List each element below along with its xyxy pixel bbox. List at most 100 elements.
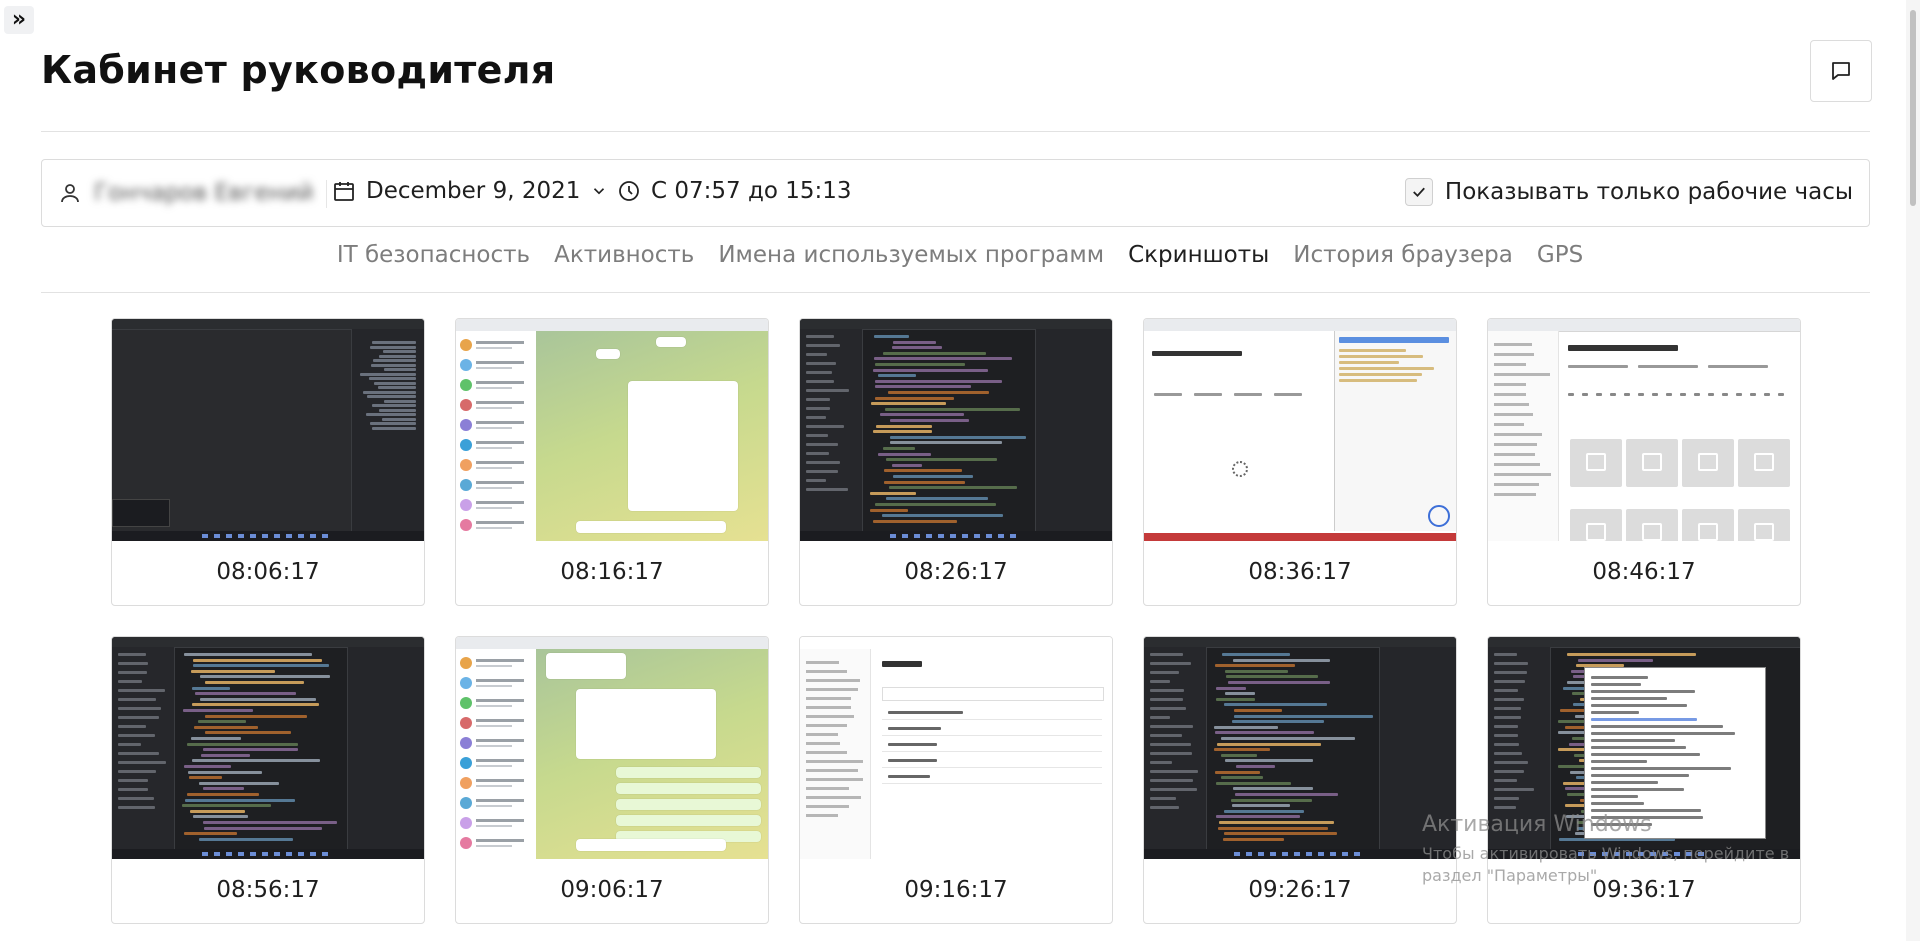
thumbnail-decoration <box>596 349 620 359</box>
thumbnail-decoration <box>1494 463 1540 466</box>
work-hours-checkbox[interactable] <box>1404 178 1433 206</box>
header-divider <box>41 131 1870 132</box>
thumbnail-decoration <box>1750 393 1756 396</box>
thumbnail-decoration <box>1232 720 1324 724</box>
screenshot-card[interactable]: 08:26:17 <box>799 318 1113 606</box>
thumbnail-decoration <box>1764 393 1770 396</box>
thumbnail-decoration <box>1339 355 1423 358</box>
screenshot-card[interactable]: 09:16:17 <box>799 636 1113 924</box>
thumbnail-decoration <box>372 426 416 430</box>
user-selector[interactable]: Гончаров Евгений <box>58 180 314 206</box>
thumbnail-decoration <box>1494 363 1526 366</box>
thumbnail-decoration <box>1591 767 1731 770</box>
screenshot-card[interactable]: 08:16:17 <box>455 318 769 606</box>
screenshot-thumbnail[interactable] <box>1488 319 1800 541</box>
tab-browser-history[interactable]: История браузера <box>1293 242 1513 268</box>
thumbnail-decoration <box>1488 331 1559 541</box>
work-hours-toggle[interactable]: Показывать только рабочие часы <box>1404 178 1853 206</box>
thumbnail-decoration <box>1150 698 1183 701</box>
thumbnail-decoration <box>1591 788 1684 791</box>
thumbnail-decoration <box>1494 383 1526 386</box>
tab-activity[interactable]: Активность <box>554 242 694 268</box>
thumbnail-decoration <box>118 680 142 683</box>
tab-program-names[interactable]: Имена используемых программ <box>718 242 1104 268</box>
chat-button[interactable] <box>1810 40 1872 102</box>
thumbnail-decoration <box>1214 748 1270 752</box>
thumbnail-decoration <box>118 761 166 764</box>
screenshot-thumbnail[interactable] <box>1144 319 1456 541</box>
screenshot-thumbnail[interactable] <box>112 319 424 541</box>
thumbnail-decoration <box>1234 714 1373 718</box>
screenshot-thumbnail[interactable] <box>1488 637 1800 859</box>
thumbnail-decoration <box>370 345 416 349</box>
thumbnail-decoration <box>460 379 532 393</box>
thumbnail-decoration <box>184 653 312 656</box>
screenshot-card[interactable]: 08:46:17 <box>1487 318 1801 606</box>
thumbnail-decoration <box>1232 804 1290 808</box>
thumbnail-decoration <box>1150 779 1193 782</box>
thumbnail-decoration <box>1494 779 1517 782</box>
thumbnail-decoration <box>1626 509 1678 541</box>
screenshot-thumbnail[interactable] <box>456 319 768 541</box>
thumbnail-decoration <box>476 685 512 687</box>
thumbnail-decoration <box>806 769 858 772</box>
thumbnail-decoration <box>806 697 851 700</box>
screenshot-card[interactable]: 09:06:17 <box>455 636 769 924</box>
user-icon <box>61 184 79 203</box>
thumbnail-decoration <box>456 649 537 859</box>
thumbnail-decoration <box>204 826 322 830</box>
thumbnail-decoration <box>476 347 512 349</box>
screenshot-time: 09:36:17 <box>1592 877 1696 903</box>
screenshot-thumbnail[interactable] <box>456 637 768 859</box>
screenshot-thumbnail[interactable] <box>800 319 1112 541</box>
screenshot-card[interactable]: 09:36:17 <box>1487 636 1801 924</box>
page-scrollbar[interactable] <box>1906 0 1920 941</box>
thumbnail-decoration <box>1150 752 1192 755</box>
screenshot-card[interactable]: 08:06:17 <box>111 318 425 606</box>
date-value: December 9, 2021 <box>366 178 581 204</box>
tab-screenshots[interactable]: Скриншоты <box>1128 242 1269 268</box>
thumbnail-decoration <box>875 385 971 389</box>
thumbnail-decoration <box>192 686 230 690</box>
thumbnail-decoration <box>892 346 942 350</box>
screenshot-thumbnail[interactable] <box>112 637 424 859</box>
tab-it-security[interactable]: IT безопасность <box>337 242 530 268</box>
thumbnail-decoration <box>1219 821 1334 824</box>
thumbnail-decoration <box>184 832 237 836</box>
tab-gps[interactable]: GPS <box>1537 242 1583 268</box>
thumbnail-decoration <box>1217 742 1321 746</box>
screenshot-card[interactable]: 08:36:17 <box>1143 318 1457 606</box>
screenshot-time: 08:16:17 <box>560 559 664 585</box>
thumbnail-decoration <box>1568 365 1628 368</box>
screenshot-card[interactable]: 08:56:17 <box>111 636 425 924</box>
thumbnail-decoration <box>476 725 512 727</box>
thumbnail-decoration <box>476 839 524 842</box>
filter-bar: Гончаров Евгений December 9, 2021 С 07:5… <box>41 159 1870 227</box>
date-picker[interactable]: December 9, 2021 <box>332 178 608 204</box>
thumbnail-decoration <box>1591 690 1695 693</box>
screenshot-card[interactable]: 09:26:17 <box>1143 636 1457 924</box>
thumbnail-decoration <box>888 391 989 394</box>
thumbnail-decoration <box>616 783 761 794</box>
thumbnail-decoration <box>883 447 915 450</box>
thumbnail-decoration <box>1215 731 1314 735</box>
thumbnail-decoration <box>189 776 222 780</box>
expand-sidebar-button[interactable]: » <box>4 6 34 34</box>
thumbnail-decoration <box>806 706 851 709</box>
thumbnail-decoration <box>460 399 532 413</box>
thumbnail-decoration <box>460 419 472 431</box>
screenshot-thumbnail[interactable] <box>800 637 1112 859</box>
time-range[interactable]: С 07:57 до 15:13 <box>617 178 852 204</box>
thumbnail-decoration <box>1225 759 1313 763</box>
thumbnail-decoration <box>460 737 532 751</box>
thumbnail-decoration <box>806 688 858 691</box>
thumbnail-decoration <box>806 371 832 374</box>
thumbnail-decoration <box>1638 393 1644 396</box>
screenshot-thumbnail[interactable] <box>1144 637 1456 859</box>
thumbnail-decoration <box>460 399 472 411</box>
thumbnail-decoration <box>1494 423 1524 426</box>
thumbnail-decoration <box>1144 647 1207 849</box>
scrollbar-thumb[interactable] <box>1910 10 1916 206</box>
thumbnail-decoration <box>118 716 159 719</box>
thumbnail-decoration <box>806 742 840 745</box>
